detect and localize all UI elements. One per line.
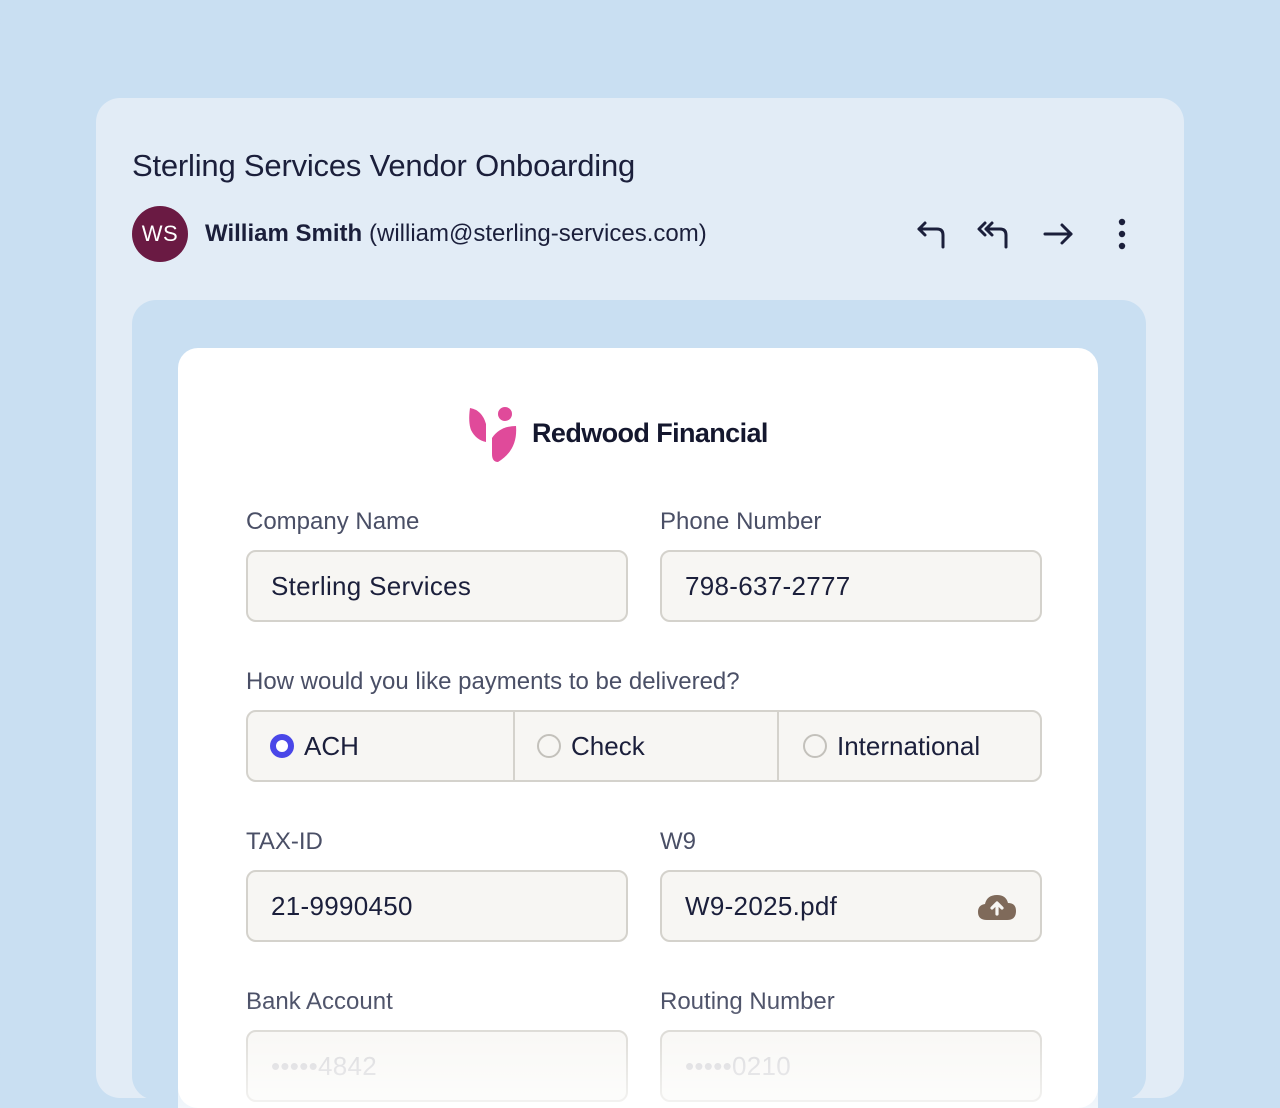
- forward-icon: [1043, 223, 1073, 245]
- routing-number-field[interactable]: •••••0210: [660, 1030, 1042, 1102]
- company-name-value: Sterling Services: [271, 570, 472, 601]
- radio-selected-icon: [270, 734, 294, 758]
- sender-email: (william@sterling-services.com): [369, 220, 707, 247]
- reply-button[interactable]: [912, 214, 952, 254]
- phone-number-field[interactable]: 798-637-2777: [660, 550, 1042, 622]
- sender-row: WS William Smith (william@sterling-servi…: [132, 206, 1142, 262]
- reply-all-icon: [977, 221, 1008, 249]
- email-actions: [912, 214, 1142, 254]
- payment-method-radio-group: ACH Check International: [246, 710, 1042, 782]
- tax-id-field[interactable]: 21-9990450: [246, 870, 628, 942]
- bank-account-field[interactable]: •••••4842: [246, 1030, 628, 1102]
- tax-id-value: 21-9990450: [271, 890, 413, 921]
- reply-all-button[interactable]: [974, 214, 1014, 254]
- page-background: Sterling Services Vendor Onboarding WS W…: [0, 0, 1280, 1108]
- payment-option-label: International: [837, 730, 981, 761]
- payment-option-check[interactable]: Check: [513, 712, 777, 780]
- phone-number-value: 798-637-2777: [685, 570, 851, 601]
- brand: Redwood Financial: [468, 404, 808, 464]
- forward-button[interactable]: [1038, 214, 1078, 254]
- company-name-field[interactable]: Sterling Services: [246, 550, 628, 622]
- more-button[interactable]: [1102, 214, 1142, 254]
- more-vertical-icon: [1118, 218, 1126, 250]
- routing-number-label: Routing Number: [660, 988, 835, 1015]
- brand-name: Redwood Financial: [532, 418, 768, 448]
- email-body: Redwood Financial Company Name Sterling …: [132, 300, 1146, 1108]
- reply-icon: [917, 221, 945, 249]
- company-name-label: Company Name: [246, 508, 420, 535]
- routing-number-value: •••••0210: [685, 1050, 792, 1081]
- payment-question-label: How would you like payments to be delive…: [246, 668, 740, 695]
- w9-upload-field[interactable]: W9-2025.pdf: [660, 870, 1042, 942]
- sender-name: William Smith: [205, 220, 363, 247]
- cloud-upload-icon[interactable]: [976, 892, 1018, 922]
- email-subject: Sterling Services Vendor Onboarding: [132, 148, 636, 183]
- w9-label: W9: [660, 828, 696, 855]
- bank-account-value: •••••4842: [271, 1050, 378, 1081]
- payment-option-international[interactable]: International: [777, 712, 1040, 780]
- tax-id-label: TAX-ID: [246, 828, 323, 855]
- avatar[interactable]: WS: [132, 206, 188, 262]
- payment-option-label: ACH: [304, 730, 359, 761]
- bank-account-label: Bank Account: [246, 988, 393, 1015]
- phone-number-label: Phone Number: [660, 508, 822, 535]
- payment-option-ach[interactable]: ACH: [248, 712, 513, 780]
- email-card: Sterling Services Vendor Onboarding WS W…: [96, 98, 1184, 1108]
- redwood-logo-icon: [469, 407, 517, 462]
- radio-unselected-icon: [537, 734, 561, 758]
- radio-unselected-icon: [803, 734, 827, 758]
- payment-option-label: Check: [571, 730, 645, 761]
- onboarding-form: Redwood Financial Company Name Sterling …: [178, 348, 1098, 1108]
- w9-file-name: W9-2025.pdf: [685, 890, 838, 921]
